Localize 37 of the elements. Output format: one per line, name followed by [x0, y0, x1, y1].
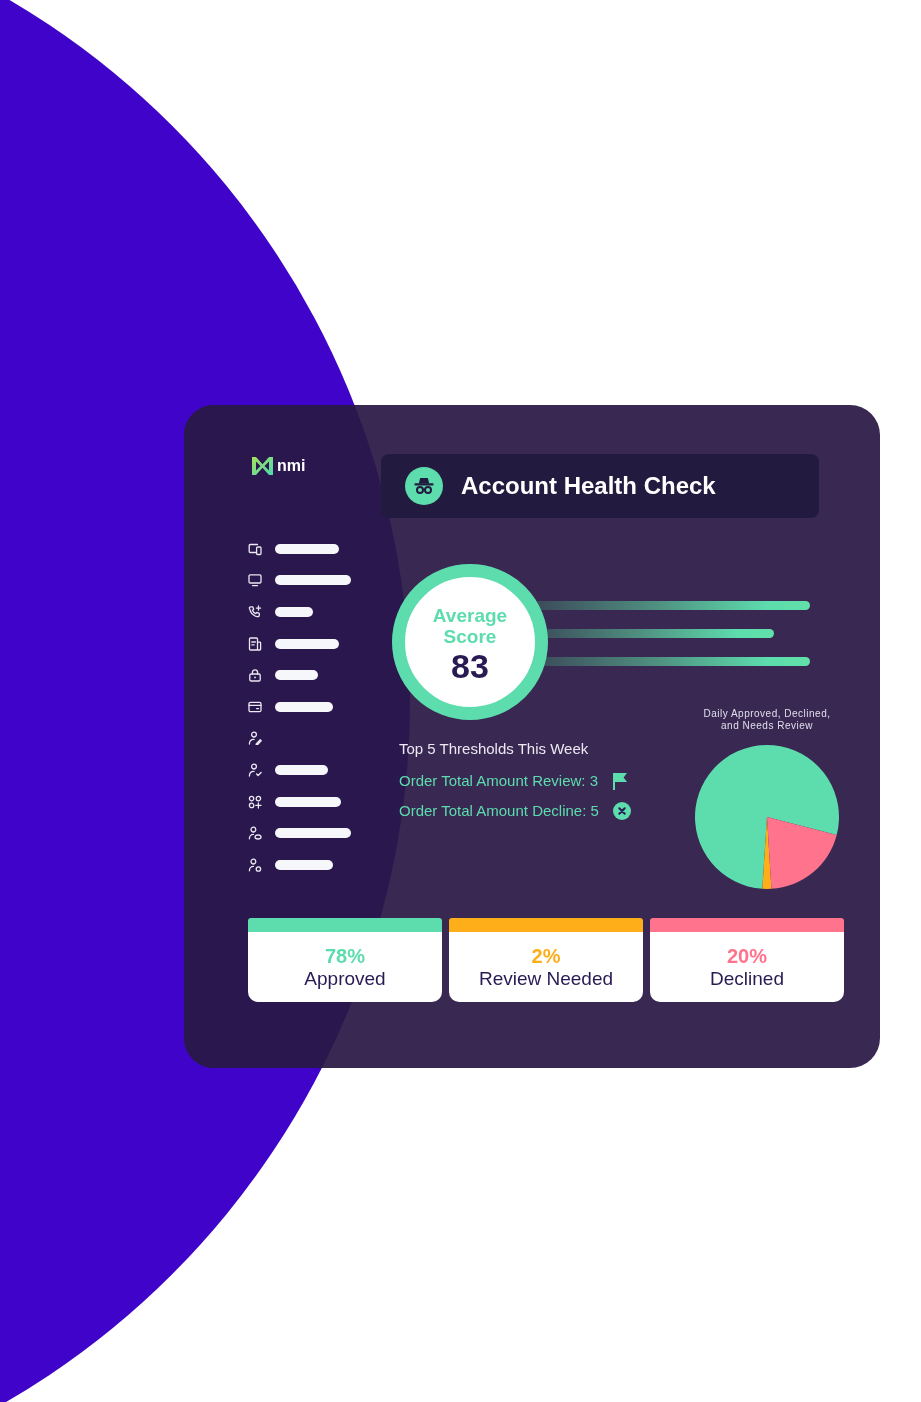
- x-circle-icon: [612, 802, 631, 820]
- score-label: Average Score: [431, 605, 509, 647]
- stat-value: 2%: [531, 944, 561, 967]
- incognito-icon: [405, 467, 443, 505]
- thresholds-heading: Top 5 Thresholds This Week: [399, 740, 590, 758]
- placeholder-bar: [275, 607, 313, 617]
- placeholder-bar: [275, 638, 339, 649]
- flag-icon: [612, 772, 628, 790]
- user-circle-icon[interactable]: [248, 857, 262, 872]
- monitor-icon[interactable]: [248, 573, 262, 588]
- lock-icon[interactable]: [248, 668, 262, 683]
- placeholder-bar: [275, 670, 318, 681]
- placeholder-bar: [275, 796, 341, 807]
- stat-label: Approved: [304, 966, 386, 990]
- user-ring-icon[interactable]: [248, 826, 262, 841]
- score-value: 83: [451, 647, 489, 685]
- stat-label: Declined: [710, 966, 784, 990]
- chart-title: Daily Approved, Declined, and Needs Review: [702, 708, 832, 732]
- devices-icon[interactable]: [248, 541, 262, 556]
- placeholder-bar: [275, 701, 333, 712]
- stat-value: 78%: [325, 944, 365, 967]
- stat-value: 20%: [727, 944, 767, 967]
- logo-mark-icon: [252, 457, 273, 475]
- header-title: Account Health Check: [461, 472, 716, 500]
- placeholder-bar: [275, 543, 339, 554]
- document-icon[interactable]: [248, 636, 262, 651]
- logo-text: nmi: [277, 457, 306, 475]
- phone-plus-icon[interactable]: [248, 605, 262, 619]
- threshold-item: Order Total Amount Decline: 5: [399, 802, 599, 820]
- user-edit-icon[interactable]: [248, 731, 262, 746]
- stat-label: Review Needed: [478, 966, 614, 990]
- credit-card-icon[interactable]: [248, 699, 262, 714]
- user-check-icon[interactable]: [248, 762, 262, 777]
- placeholder-bar: [275, 764, 328, 775]
- threshold-item: Order Total Amount Review: 3: [399, 772, 598, 790]
- placeholder-bar: [275, 859, 333, 870]
- apps-add-icon[interactable]: [248, 794, 262, 809]
